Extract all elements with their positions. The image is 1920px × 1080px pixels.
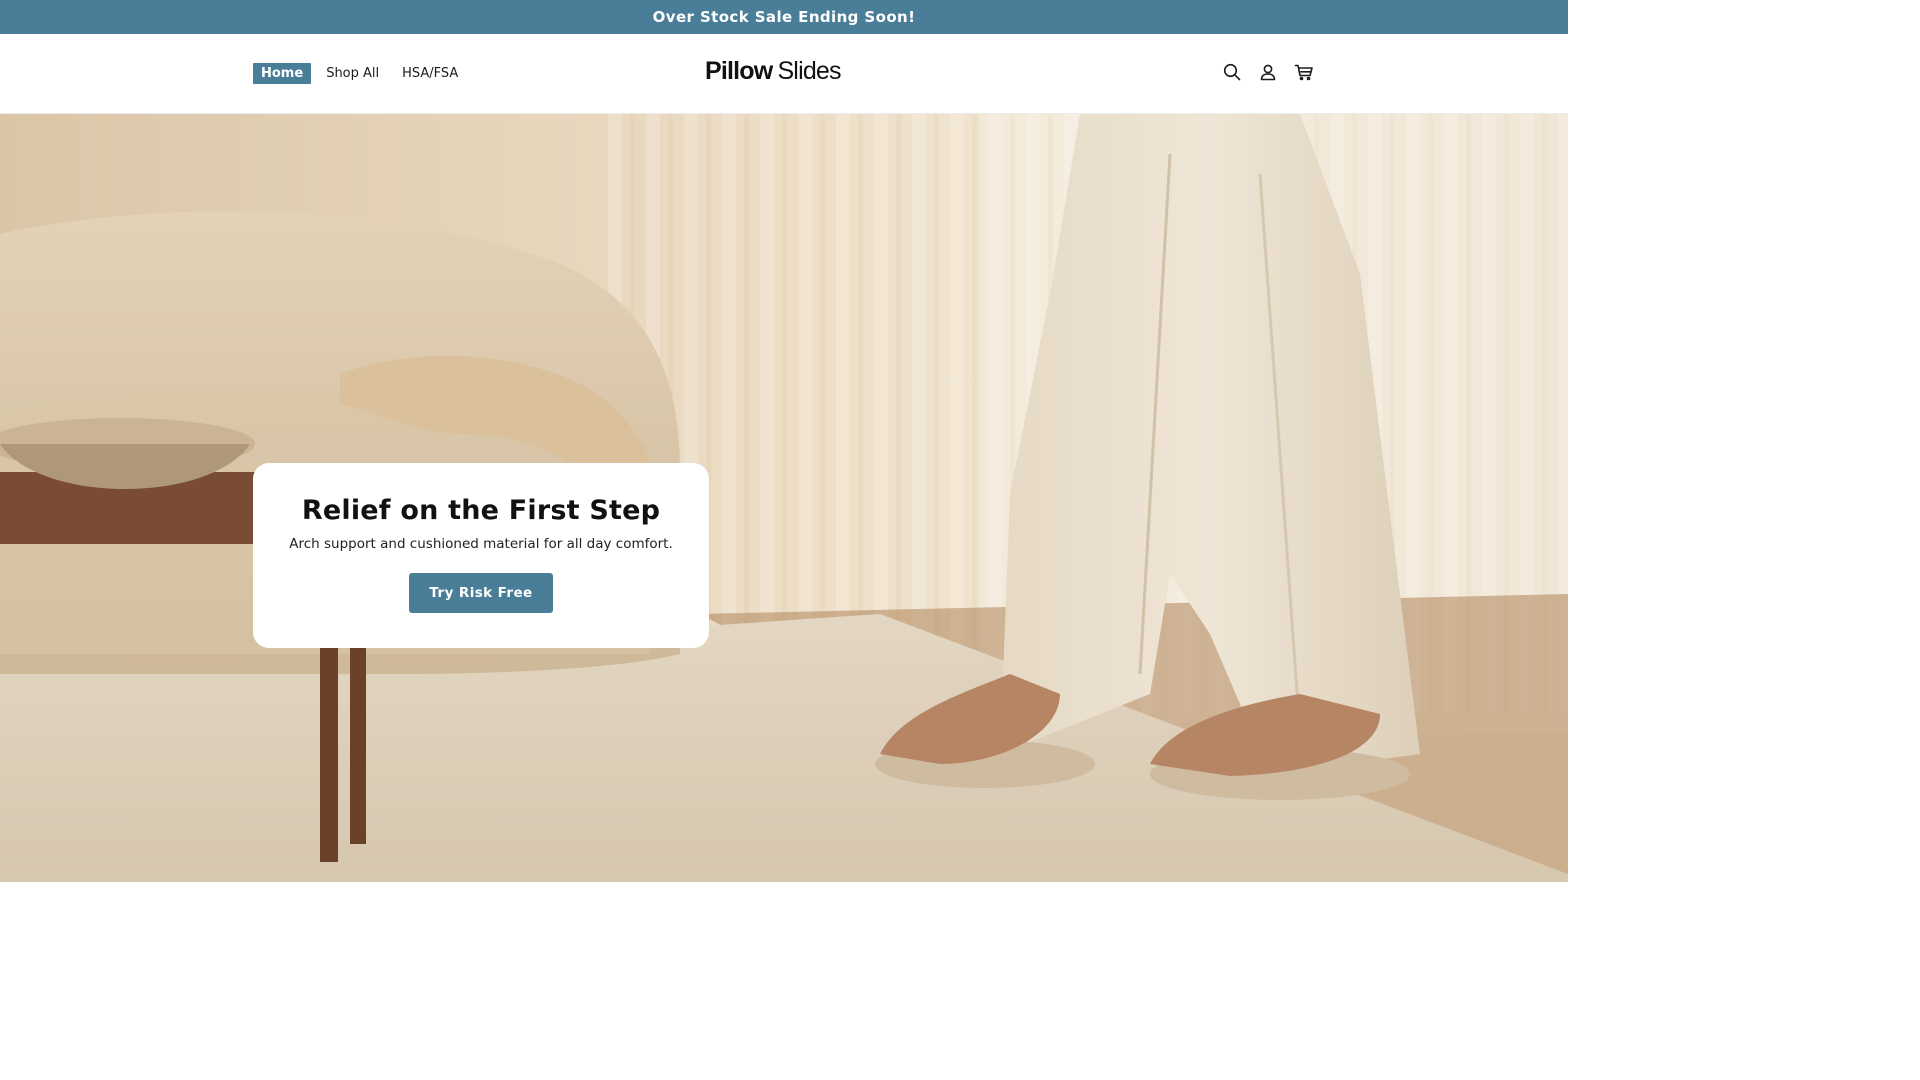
logo-word-light: Slides	[777, 57, 841, 85]
site-header: Home Shop All HSA/FSA Pillow Slides	[0, 34, 1568, 114]
hero-image	[0, 114, 1568, 882]
site-logo[interactable]: Pillow Slides	[705, 57, 842, 89]
announcement-bar: Over Stock Sale Ending Soon!	[0, 0, 1568, 34]
cart-icon[interactable]	[1294, 62, 1314, 82]
hero-card: Relief on the First Step Arch support an…	[253, 463, 709, 648]
logo-word-bold: Pillow	[705, 57, 773, 85]
hero-title: Relief on the First Step	[301, 495, 661, 526]
search-icon[interactable]	[1222, 62, 1242, 82]
try-risk-free-button[interactable]: Try Risk Free	[409, 573, 553, 613]
header-icons	[1222, 62, 1314, 82]
announcement-text: Over Stock Sale Ending Soon!	[652, 8, 916, 26]
account-icon[interactable]	[1258, 62, 1278, 82]
nav-item-hsa-fsa[interactable]: HSA/FSA	[394, 63, 466, 84]
hero-banner: Relief on the First Step Arch support an…	[0, 114, 1568, 882]
main-nav: Home Shop All HSA/FSA	[253, 63, 470, 84]
nav-item-shop-all[interactable]: Shop All	[318, 63, 387, 84]
nav-item-home[interactable]: Home	[253, 63, 312, 84]
hero-subtitle: Arch support and cushioned material for …	[289, 536, 673, 552]
